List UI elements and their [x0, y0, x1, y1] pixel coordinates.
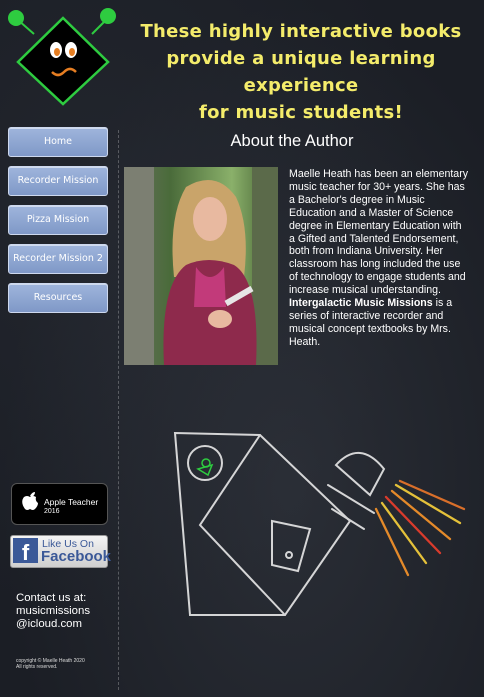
- bio-intro-text: Maelle Heath has been an elementary musi…: [289, 168, 469, 297]
- author-bio: Maelle Heath has been an elementary musi…: [289, 168, 469, 349]
- apple-teacher-label: Apple Teacher: [44, 497, 99, 507]
- author-photo: [124, 167, 278, 365]
- facebook-like-button[interactable]: f Like Us On Facebook: [10, 535, 112, 568]
- copyright-notice: copyright © Maelle Heath 2020 All rights…: [16, 658, 85, 670]
- nav-resources-button[interactable]: Resources: [8, 283, 108, 313]
- facebook-line-2: Facebook: [41, 548, 112, 565]
- nav-recorder-mission-2-button[interactable]: Recorder Mission 2: [8, 244, 108, 274]
- facebook-icon: f: [13, 538, 38, 565]
- apple-teacher-badge[interactable]: Apple Teacher 2016: [11, 483, 108, 525]
- nav-recorder-mission-button[interactable]: Recorder Mission: [8, 166, 108, 196]
- tagline-line-1: These highly interactive books: [140, 21, 462, 42]
- nav-home-button[interactable]: Home: [8, 127, 108, 157]
- sidebar-nav: Home Recorder Mission Pizza Mission Reco…: [8, 127, 108, 322]
- page-title: About the Author: [230, 132, 354, 150]
- tagline-line-2: provide a unique learning experience: [166, 48, 436, 96]
- tagline-line-3: for music students!: [199, 102, 403, 123]
- nav-pizza-mission-button[interactable]: Pizza Mission: [8, 205, 108, 235]
- contact-info: Contact us at: musicmissions @icloud.com: [16, 592, 116, 631]
- chalk-rocket-icon: [173, 431, 466, 616]
- bio-book-title: Intergalactic Music Missions: [289, 297, 433, 310]
- apple-logo-icon: [22, 492, 38, 510]
- rights-line: All rights reserved.: [16, 664, 58, 670]
- contact-email-part2[interactable]: @icloud.com: [16, 618, 116, 631]
- apple-teacher-year: 2016: [44, 508, 60, 515]
- column-divider: [118, 130, 119, 690]
- contact-heading: Contact us at:: [16, 592, 87, 604]
- header-tagline: These highly interactive books provide a…: [128, 18, 474, 126]
- alien-logo-icon[interactable]: [4, 6, 122, 106]
- contact-email-part1[interactable]: musicmissions: [16, 605, 116, 618]
